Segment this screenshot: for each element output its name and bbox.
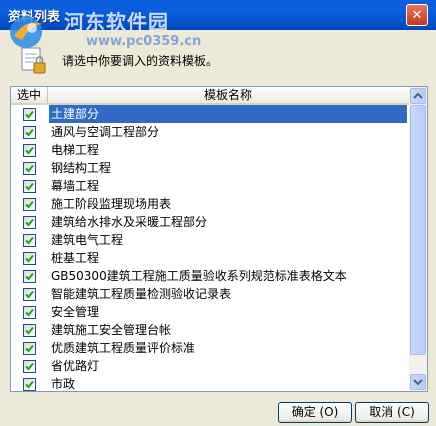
row-checkbox[interactable] bbox=[23, 108, 36, 121]
row-checkbox[interactable] bbox=[23, 144, 36, 157]
checkmark-icon bbox=[25, 182, 34, 191]
checkmark-icon bbox=[25, 146, 34, 155]
list-item[interactable]: 电梯工程 bbox=[11, 141, 409, 159]
list-item[interactable]: 建筑施工安全管理台帐 bbox=[11, 321, 409, 339]
close-button[interactable]: ✕ bbox=[406, 4, 428, 26]
row-label: 智能建筑工程质量检测验收记录表 bbox=[51, 287, 232, 301]
row-checkbox[interactable] bbox=[23, 378, 36, 391]
list-item[interactable]: 桩基工程 bbox=[11, 249, 409, 267]
row-label: GB50300建筑工程施工质量验收系列规范标准表格文本 bbox=[51, 269, 347, 283]
list-item[interactable]: 土建部分 bbox=[11, 105, 409, 123]
row-checkbox[interactable] bbox=[23, 270, 36, 283]
watermark-url: www.pc0359.cn bbox=[86, 34, 202, 49]
checkmark-icon bbox=[25, 362, 34, 371]
chevron-down-icon bbox=[413, 379, 423, 386]
list-item[interactable]: 建筑给水排水及采暖工程部分 bbox=[11, 213, 409, 231]
checkmark-icon bbox=[25, 290, 34, 299]
row-label: 通风与空调工程部分 bbox=[51, 125, 160, 139]
column-header-select[interactable]: 选中 bbox=[11, 87, 48, 103]
row-label: 建筑给水排水及采暖工程部分 bbox=[51, 215, 208, 229]
row-label: 优质建筑工程质量评价标准 bbox=[51, 341, 196, 355]
watermark-title: 河东软件园 bbox=[64, 10, 169, 34]
row-label: 土建部分 bbox=[49, 105, 407, 123]
checkmark-icon bbox=[25, 308, 34, 317]
checkmark-icon bbox=[25, 326, 34, 335]
list-item[interactable]: 省优路灯 bbox=[11, 357, 409, 375]
document-lock-icon bbox=[21, 47, 46, 74]
scroll-up-button[interactable] bbox=[410, 88, 426, 104]
chevron-up-icon bbox=[413, 92, 423, 99]
row-checkbox[interactable] bbox=[23, 252, 36, 265]
list-item[interactable]: 钢结构工程 bbox=[11, 159, 409, 177]
checkmark-icon bbox=[25, 200, 34, 209]
list-item[interactable]: 安全管理 bbox=[11, 303, 409, 321]
row-label: 市政 bbox=[51, 377, 76, 391]
row-label: 建筑施工安全管理台帐 bbox=[51, 323, 172, 337]
list-item[interactable]: 施工阶段监理现场用表 bbox=[11, 195, 409, 213]
scroll-thumb[interactable] bbox=[410, 105, 426, 355]
checkmark-icon bbox=[25, 128, 34, 137]
checkmark-icon bbox=[25, 272, 34, 281]
prompt-text: 请选中你要调入的资料模板。 bbox=[62, 54, 219, 68]
checkmark-icon bbox=[25, 110, 34, 119]
list-item[interactable]: 智能建筑工程质量检测验收记录表 bbox=[11, 285, 409, 303]
scroll-down-button[interactable] bbox=[410, 374, 426, 390]
checkmark-icon bbox=[25, 254, 34, 263]
list-header: 选中 模板名称 bbox=[11, 87, 409, 105]
row-checkbox[interactable] bbox=[23, 306, 36, 319]
row-checkbox[interactable] bbox=[23, 162, 36, 175]
row-label: 安全管理 bbox=[51, 305, 100, 319]
cancel-button[interactable]: 取消 (C) bbox=[355, 402, 429, 423]
row-checkbox[interactable] bbox=[23, 216, 36, 229]
checkmark-icon bbox=[25, 236, 34, 245]
row-checkbox[interactable] bbox=[23, 342, 36, 355]
row-label: 电梯工程 bbox=[51, 143, 100, 157]
row-checkbox[interactable] bbox=[23, 126, 36, 139]
ok-button[interactable]: 确定 (O) bbox=[278, 402, 352, 423]
row-checkbox[interactable] bbox=[23, 360, 36, 373]
row-label: 桩基工程 bbox=[51, 251, 100, 265]
column-header-name[interactable]: 模板名称 bbox=[48, 87, 408, 103]
list-item[interactable]: 通风与空调工程部分 bbox=[11, 123, 409, 141]
list-item[interactable]: 幕墙工程 bbox=[11, 177, 409, 195]
row-checkbox[interactable] bbox=[23, 180, 36, 193]
row-checkbox[interactable] bbox=[23, 198, 36, 211]
list-item[interactable]: GB50300建筑工程施工质量验收系列规范标准表格文本 bbox=[11, 267, 409, 285]
close-icon: ✕ bbox=[411, 7, 423, 23]
row-label: 省优路灯 bbox=[51, 359, 100, 373]
list-item[interactable]: 优质建筑工程质量评价标准 bbox=[11, 339, 409, 357]
row-label: 钢结构工程 bbox=[51, 161, 112, 175]
row-checkbox[interactable] bbox=[23, 234, 36, 247]
row-checkbox[interactable] bbox=[23, 324, 36, 337]
row-label: 施工阶段监理现场用表 bbox=[51, 197, 172, 211]
list-item[interactable]: 市政 bbox=[11, 375, 409, 391]
checkmark-icon bbox=[25, 164, 34, 173]
row-checkbox[interactable] bbox=[23, 288, 36, 301]
checkmark-icon bbox=[25, 344, 34, 353]
checkmark-icon bbox=[25, 380, 34, 389]
vertical-scrollbar[interactable] bbox=[409, 87, 427, 391]
list-item[interactable]: 建筑电气工程 bbox=[11, 231, 409, 249]
checkmark-icon bbox=[25, 218, 34, 227]
template-list[interactable]: 选中 模板名称 土建部分通风与空调工程部分 电梯工程钢结构工程幕墙工程施工阶段监理… bbox=[10, 86, 428, 392]
row-label: 建筑电气工程 bbox=[51, 233, 124, 247]
row-label: 幕墙工程 bbox=[51, 179, 100, 193]
